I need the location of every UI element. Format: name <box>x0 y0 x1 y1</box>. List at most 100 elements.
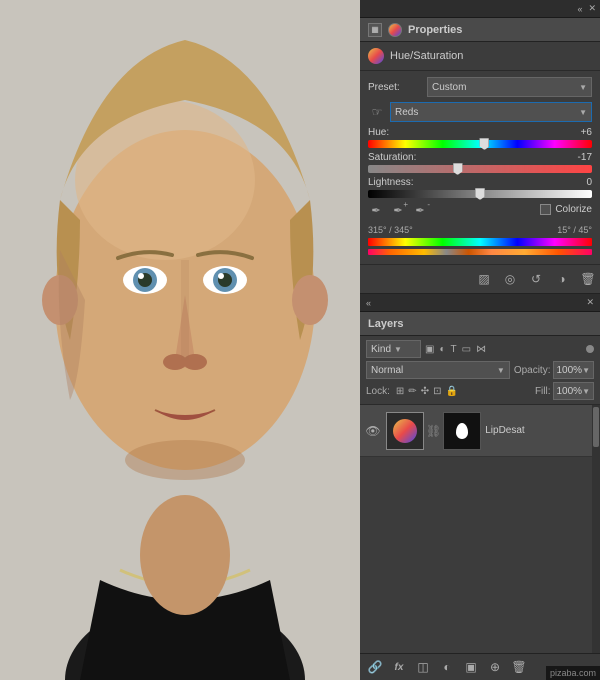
hue-label: Hue: <box>368 127 389 138</box>
degree-row: 315° / 345° 15° / 45° <box>368 225 592 235</box>
lock-label: Lock: <box>366 386 390 397</box>
lightness-label: Lightness: <box>368 177 414 188</box>
adjustment-filter-icon[interactable]: ◐ <box>439 344 445 355</box>
visibility-bottom-tool[interactable]: ◎ <box>500 269 520 289</box>
properties-content: Preset: Custom ▼ ☞ Reds ▼ Hue: +6 <box>360 71 600 264</box>
layers-close-icon[interactable]: ✕ <box>586 297 594 308</box>
layers-controls: Kind ▼ ▣ ◐ T ▭ ⋈ Normal ▼ <box>360 336 600 405</box>
preset-row: Preset: Custom ▼ <box>368 77 592 97</box>
saturation-slider-track[interactable] <box>368 165 592 173</box>
lock-icons-group: ⊞ ✏ ✣ ⊡ 🔒 <box>396 386 458 397</box>
layers-title-bar: « ✕ <box>360 294 600 312</box>
colorize-checkbox[interactable] <box>540 204 551 215</box>
lightness-slider-thumb[interactable] <box>475 188 485 200</box>
delete-layer-button[interactable]: 🗑 <box>510 658 528 676</box>
eyedropper-icon[interactable]: ✒ <box>368 202 384 218</box>
fill-input[interactable]: 100% ▼ <box>553 382 595 400</box>
channel-arrow-icon: ▼ <box>579 108 587 117</box>
collapse-icon[interactable]: « <box>577 4 582 14</box>
eyedropper-minus-icon[interactable]: ✒- <box>412 202 428 218</box>
eyedropper-plus-icon[interactable]: ✒+ <box>390 202 406 218</box>
fill-label: Fill: <box>535 386 551 397</box>
saturation-label-row: Saturation: -17 <box>368 152 592 163</box>
saturation-label: Saturation: <box>368 152 416 163</box>
lock-artboard-icon[interactable]: ⊡ <box>433 386 441 397</box>
hue-sat-icon <box>368 48 384 64</box>
adjustment-layer-thumbnail <box>386 412 424 450</box>
blend-mode-value: Normal <box>371 365 403 376</box>
saturation-slider-thumb[interactable] <box>453 163 463 175</box>
hue-slider-thumb[interactable] <box>479 138 489 150</box>
add-mask-button[interactable]: ◫ <box>414 658 432 676</box>
channel-mask-bottom-tool[interactable]: ◑ <box>552 269 572 289</box>
blend-arrow-icon: ▼ <box>497 366 505 375</box>
lock-move-icon[interactable]: ✣ <box>421 386 429 397</box>
colorize-row: Colorize <box>540 204 592 215</box>
lock-pixels-icon[interactable]: ⊞ <box>396 386 404 397</box>
opacity-group: Opacity: 100% ▼ <box>514 361 594 379</box>
smart-filter-icon[interactable]: ⋈ <box>476 344 486 355</box>
portrait-image <box>0 0 370 680</box>
layers-panel: Layers Kind ▼ ▣ ◐ T ▭ ⋈ <box>360 312 600 680</box>
properties-panel: ▦ ● Properties Hue/Saturation Preset: Cu… <box>360 18 600 294</box>
adjustment-type-header: Hue/Saturation <box>360 42 600 71</box>
new-group-button[interactable]: ▣ <box>462 658 480 676</box>
properties-title-bar: « ✕ <box>360 0 600 18</box>
photo-background <box>0 0 370 680</box>
eyedropper-tools: ✒ ✒+ ✒- <box>368 202 428 218</box>
preset-select[interactable]: Custom ▼ <box>427 77 592 97</box>
panel-circle-icon: ● <box>388 23 402 37</box>
layers-list: 👁 ⛓ LipDesat <box>360 405 600 653</box>
hue-slider-track[interactable] <box>368 140 592 148</box>
scroll-thumb[interactable] <box>593 407 599 447</box>
properties-panel-header: ▦ ● Properties <box>360 18 600 42</box>
blend-mode-select[interactable]: Normal ▼ <box>366 361 510 379</box>
blend-opacity-row: Normal ▼ Opacity: 100% ▼ <box>366 361 594 379</box>
properties-panel-title: Properties <box>408 24 462 36</box>
close-icon[interactable]: ✕ <box>588 3 596 14</box>
delete-bottom-tool[interactable]: 🗑 <box>578 269 598 289</box>
channel-value: Reds <box>395 107 418 118</box>
filter-toggle[interactable] <box>586 345 594 353</box>
kind-select[interactable]: Kind ▼ <box>366 340 421 358</box>
panel-grid-icon: ▦ <box>368 23 382 37</box>
channel-select[interactable]: Reds ▼ <box>390 102 592 122</box>
opacity-input[interactable]: 100% ▼ <box>553 361 595 379</box>
kind-arrow-icon: ▼ <box>394 345 402 354</box>
opacity-label: Opacity: <box>514 365 551 376</box>
panels-container: « ✕ ▦ ● Properties Hue/Saturation Preset… <box>360 0 600 680</box>
preset-value: Custom <box>432 82 466 93</box>
add-adjustment-button[interactable]: ◐ <box>438 658 456 676</box>
new-layer-button[interactable]: ⊕ <box>486 658 504 676</box>
type-filter-icon[interactable]: T <box>451 344 457 355</box>
fill-value: 100% <box>557 386 583 397</box>
lightness-slider-track[interactable] <box>368 190 592 198</box>
layers-scrollbar[interactable] <box>592 405 600 653</box>
lock-position-icon[interactable]: ✏ <box>408 386 416 397</box>
reset-bottom-tool[interactable]: ↺ <box>526 269 546 289</box>
link-layers-button[interactable]: 🔗 <box>366 658 384 676</box>
layer-item[interactable]: 👁 ⛓ LipDesat <box>360 405 600 457</box>
lightness-slider-row: Lightness: 0 <box>368 177 592 198</box>
degree-right: 15° / 45° <box>557 225 592 235</box>
preset-label: Preset: <box>368 82 423 93</box>
layer-visibility-toggle[interactable]: 👁 <box>364 424 382 438</box>
preset-arrow-icon: ▼ <box>579 83 587 92</box>
kind-label: Kind <box>371 344 391 355</box>
layers-collapse-icon[interactable]: « <box>366 298 371 308</box>
lock-all-icon[interactable]: 🔒 <box>445 386 457 397</box>
layer-name-label: LipDesat <box>485 425 596 436</box>
hue-slider-row: Hue: +6 <box>368 127 592 148</box>
mask-bottom-tool[interactable]: ▨ <box>474 269 494 289</box>
properties-bottom-tools: ▨ ◎ ↺ ◑ 🗑 <box>360 264 600 293</box>
finger-tool-icon[interactable]: ☞ <box>368 103 386 121</box>
saturation-value: -17 <box>567 152 592 163</box>
colorize-label: Colorize <box>555 204 592 215</box>
watermark: pizaba.com <box>546 666 600 680</box>
layer-mask-thumbnail <box>443 412 481 450</box>
adjustment-type-label: Hue/Saturation <box>390 50 463 62</box>
shape-filter-icon[interactable]: ▭ <box>462 344 471 355</box>
spectrum-bar-adjusted <box>368 249 592 255</box>
pixel-filter-icon[interactable]: ▣ <box>425 344 434 355</box>
layer-fx-button[interactable]: fx <box>390 658 408 676</box>
